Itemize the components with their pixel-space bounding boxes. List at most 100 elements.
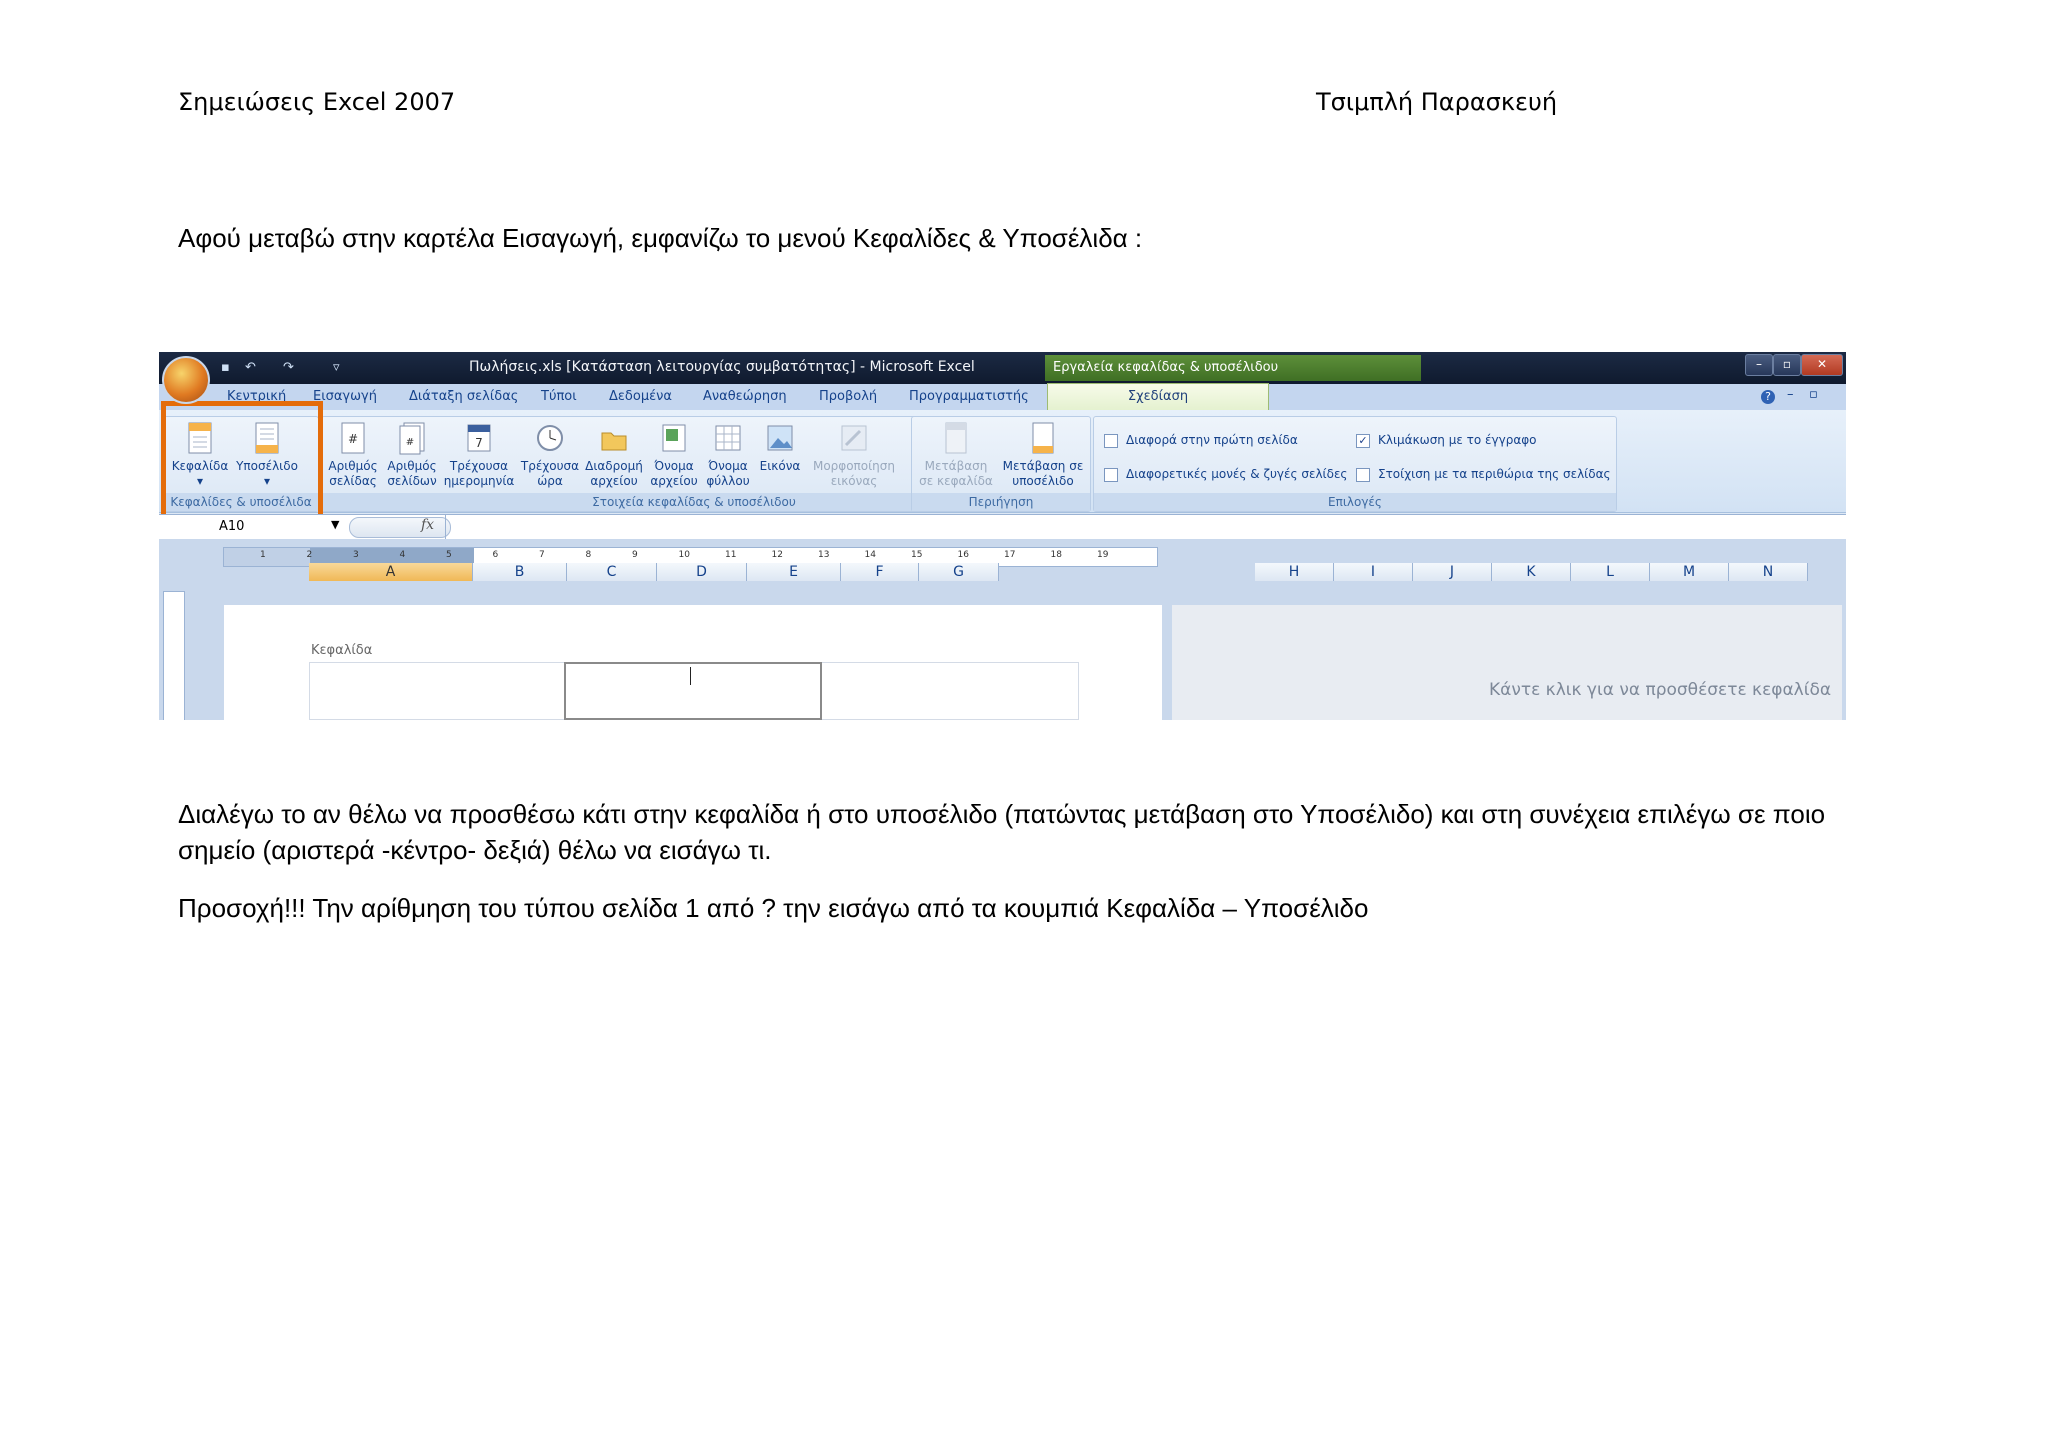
redo-icon[interactable]: ↷	[283, 360, 299, 376]
column-header-c[interactable]: C	[567, 563, 657, 581]
undo-icon[interactable]: ↶	[245, 360, 261, 376]
ruler-number: 1	[260, 550, 266, 560]
vertical-ruler	[163, 591, 185, 720]
ruler-number: 19	[1097, 550, 1109, 560]
name-box-dropdown-icon[interactable]: ▼	[331, 518, 339, 531]
ruler-number: 15	[911, 550, 923, 560]
current-time-button[interactable]: Τρέχουσα ώρα	[518, 421, 582, 489]
column-header-b[interactable]: B	[473, 563, 567, 581]
ruler-number: 13	[818, 550, 830, 560]
tab-design[interactable]: Σχεδίαση	[1047, 383, 1269, 411]
formula-bar: A10 ▼ fx	[159, 514, 1846, 540]
ruler-number: 17	[1004, 550, 1016, 560]
number-of-pages-button[interactable]: # Αριθμός σελίδων	[384, 421, 440, 489]
group-options: Διαφορά στην πρώτη σελίδα ✓ Κλιμάκωση με …	[1093, 416, 1617, 512]
ruler-number: 18	[1050, 550, 1062, 560]
header-center-section[interactable]	[564, 662, 822, 720]
sheet-name-button[interactable]: Όνομα φύλλου	[702, 421, 754, 489]
column-header-a[interactable]: A	[309, 563, 473, 581]
column-header-n[interactable]: N	[1729, 563, 1808, 581]
ruler-number: 10	[678, 550, 690, 560]
svg-text:#: #	[348, 432, 358, 446]
svg-text:#: #	[406, 437, 414, 448]
excel-screenshot: ▪ ↶ ↷ ▿ Πωλήσεις.xls [Κατάσταση λειτουργ…	[159, 352, 1846, 720]
go-to-header-button[interactable]: Μετάβαση σε κεφαλίδα	[914, 421, 998, 489]
ruler-number: 14	[864, 550, 876, 560]
title-bar: ▪ ↶ ↷ ▿ Πωλήσεις.xls [Κατάσταση λειτουργ…	[159, 352, 1846, 384]
page-header-right: Τσιμπλή Παρασκευή	[1316, 88, 1558, 116]
file-name-button[interactable]: Όνομα αρχείου	[646, 421, 702, 489]
ruler-number: 12	[771, 550, 783, 560]
restore-button[interactable]: ▫	[1773, 354, 1801, 376]
page-header-left: Σημειώσεις Excel 2007	[178, 88, 456, 116]
checkbox-box[interactable]	[1356, 467, 1370, 482]
different-first-page-checkbox[interactable]: Διαφορά στην πρώτη σελίδα	[1104, 433, 1298, 448]
different-odd-even-checkbox[interactable]: Διαφορετικές μονές & ζυγές σελίδες	[1104, 467, 1347, 482]
column-header-d[interactable]: D	[657, 563, 747, 581]
page-layout-page-next	[1172, 605, 1842, 720]
ribbon-restore-icon[interactable]: ▫	[1809, 387, 1818, 402]
ruler-number: 8	[585, 550, 592, 560]
tab-developer[interactable]: Προγραμματιστής	[909, 389, 1029, 404]
add-header-prompt[interactable]: Κάντε κλικ για να προσθέσετε κεφαλίδα	[1489, 680, 1831, 700]
tab-review[interactable]: Αναθεώρηση	[703, 389, 787, 404]
context-tools-banner: Εργαλεία κεφαλίδας & υποσέλιδου	[1045, 355, 1421, 381]
ruler-number: 3	[353, 550, 359, 560]
checkbox-box[interactable]	[1104, 467, 1118, 482]
help-icon[interactable]: ?	[1761, 390, 1775, 404]
svg-text:7: 7	[475, 436, 483, 450]
minimize-button[interactable]: –	[1745, 354, 1773, 376]
tab-formulas[interactable]: Τύποι	[541, 389, 577, 404]
checkbox-box[interactable]	[1104, 433, 1118, 448]
ruler-number: 11	[725, 550, 737, 560]
fx-icon[interactable]: fx	[421, 517, 434, 533]
scale-with-document-checkbox[interactable]: ✓ Κλιμάκωση με το έγγραφο	[1356, 433, 1537, 448]
formula-expand-control[interactable]	[349, 517, 451, 538]
column-header-f[interactable]: F	[841, 563, 919, 581]
group-navigation: Μετάβαση σε κεφαλίδα Μετάβαση σε υποσέλιδο…	[911, 416, 1091, 512]
go-to-footer-button[interactable]: Μετάβαση σε υποσέλιδο	[998, 421, 1088, 489]
ruler-number: 6	[492, 550, 499, 560]
save-icon[interactable]: ▪	[221, 360, 237, 376]
column-header-e[interactable]: E	[747, 563, 841, 581]
column-header-m[interactable]: M	[1650, 563, 1729, 581]
ruler-number: 9	[632, 550, 638, 560]
ruler-number: 5	[446, 550, 452, 560]
checkbox-checked[interactable]: ✓	[1356, 433, 1370, 448]
format-picture-button[interactable]: Μορφοποίηση εικόνας	[806, 421, 902, 489]
ruler-number: 4	[399, 550, 406, 560]
column-header-l[interactable]: L	[1571, 563, 1650, 581]
tab-view[interactable]: Προβολή	[819, 389, 877, 404]
close-button[interactable]: ✕	[1801, 354, 1843, 376]
highlight-box	[161, 401, 323, 519]
ribbon-tabs: Κεντρική Εισαγωγή Διάταξη σελίδας Τύποι …	[159, 383, 1846, 411]
column-header-g[interactable]: G	[919, 563, 999, 581]
ruler-number: 2	[306, 550, 313, 560]
align-with-margins-checkbox[interactable]: Στοίχιση με τα περιθώρια της σελίδας	[1356, 467, 1611, 482]
column-header-j[interactable]: J	[1413, 563, 1492, 581]
picture-button[interactable]: Εικόνα	[754, 421, 806, 474]
intro-paragraph: Αφού μεταβώ στην καρτέλα Εισαγωγή, εμφαν…	[178, 223, 1143, 253]
window-title: Πωλήσεις.xls [Κατάσταση λειτουργίας συμβ…	[469, 359, 975, 375]
tab-page-layout[interactable]: Διάταξη σελίδας	[409, 389, 518, 404]
ribbon-minimize-icon[interactable]: –	[1787, 387, 1794, 402]
ruler-number: 7	[539, 550, 545, 560]
column-header-i[interactable]: I	[1334, 563, 1413, 581]
current-date-button[interactable]: 7 Τρέχουσα ημερομηνία	[440, 421, 518, 489]
column-header-k[interactable]: K	[1492, 563, 1571, 581]
tab-data[interactable]: Δεδομένα	[609, 389, 672, 404]
customize-qat-icon[interactable]: ▿	[333, 360, 349, 376]
ribbon: Κεφαλίδα ▾ Υποσέλιδο ▾ Κεφαλίδες & υποσέλι…	[159, 410, 1846, 513]
page-number-button[interactable]: # Αριθμός σελίδας	[322, 421, 384, 489]
column-header-h[interactable]: H	[1255, 563, 1334, 581]
group-label: Επιλογές	[1094, 493, 1616, 511]
text-cursor	[690, 667, 691, 685]
header-area-label: Κεφαλίδα	[311, 643, 373, 658]
name-box[interactable]: A10	[219, 519, 244, 534]
ruler-number: 16	[957, 550, 969, 560]
office-button[interactable]	[162, 356, 210, 404]
paragraph-2: Προσοχή!!! Την αρίθμηση του τύπου σελίδα…	[178, 893, 1369, 923]
paragraph-1: Διαλέγω το αν θέλω να προσθέσω κάτι στην…	[178, 799, 1826, 865]
file-path-button[interactable]: Διαδρομή αρχείου	[582, 421, 646, 489]
worksheet-area: 1 2 3 4 5 6 7 8 9 10 11 12 13 14 15 16 17 18 19 ABCDEFG HI…	[159, 539, 1846, 720]
